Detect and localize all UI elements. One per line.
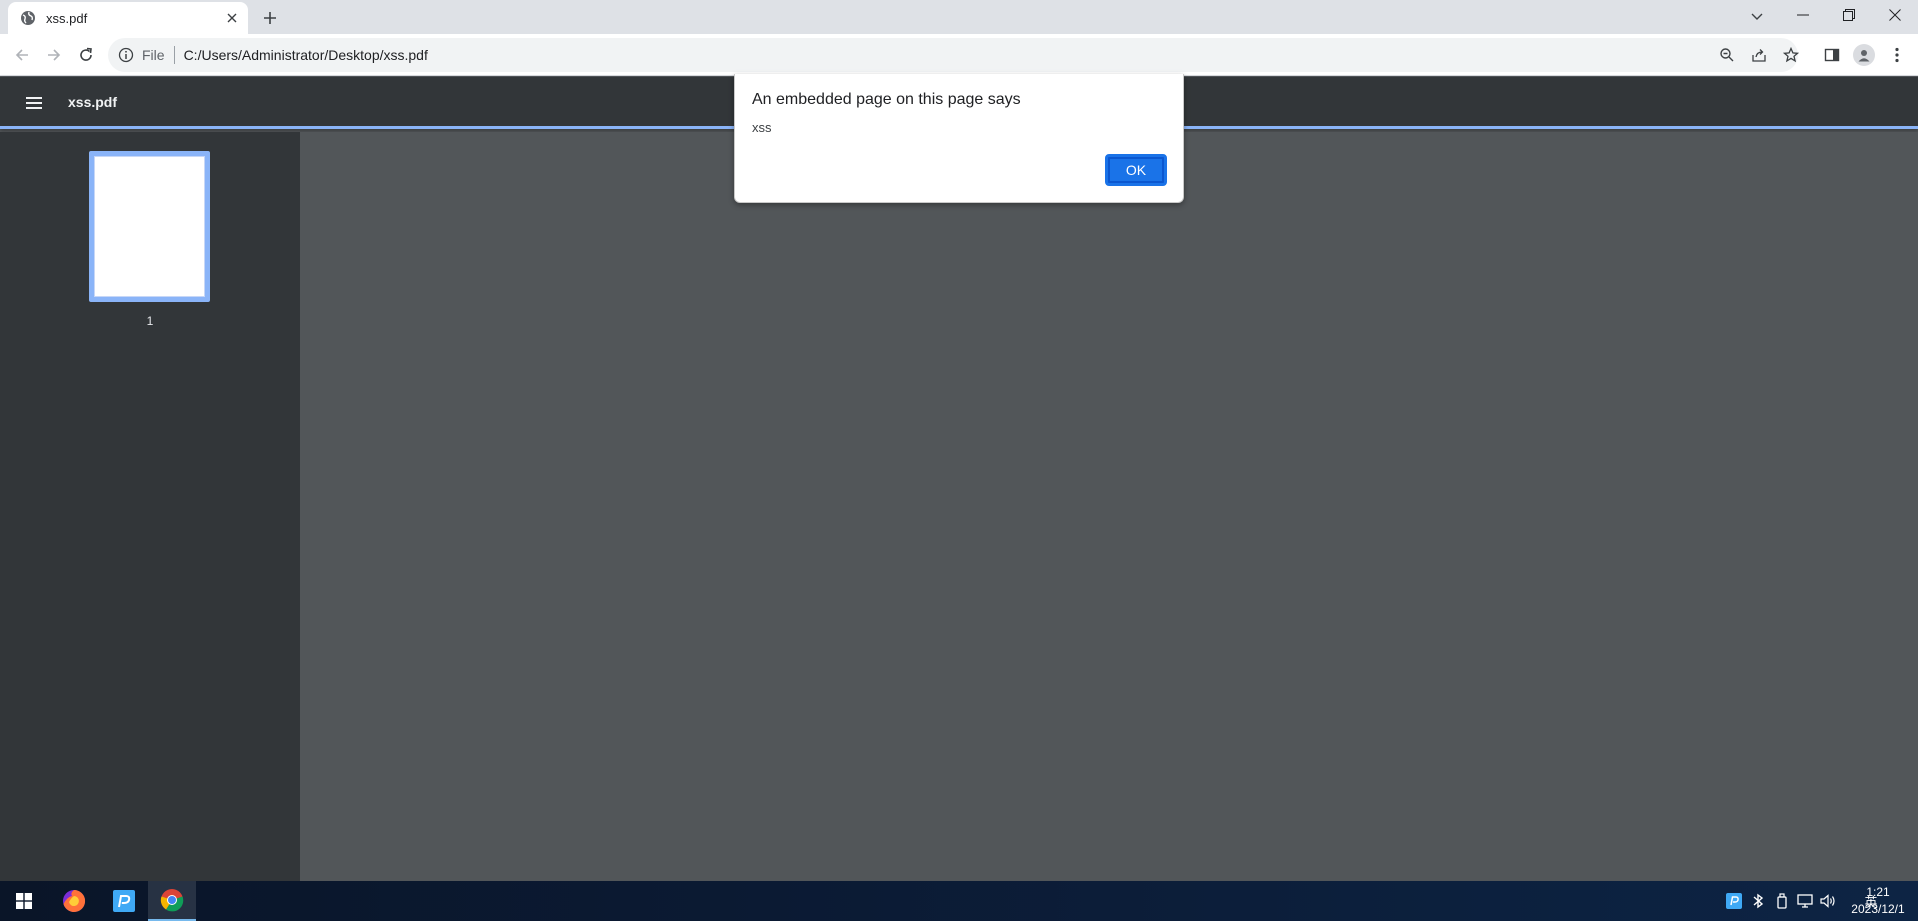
taskbar: 英 1:21 2023/12/1: [0, 881, 1918, 921]
pdf-viewport[interactable]: [300, 132, 1918, 881]
ok-button[interactable]: OK: [1105, 154, 1167, 186]
profile-avatar-icon[interactable]: [1853, 44, 1875, 66]
tab-search-chevron-icon[interactable]: [1745, 5, 1769, 29]
dialog-title: An embedded page on this page says: [752, 91, 1021, 108]
tab-title: xss.pdf: [46, 10, 88, 26]
address-bar[interactable]: File C:/Users/Administrator/Desktop/xss.…: [108, 38, 1798, 72]
reload-icon[interactable]: [72, 41, 100, 69]
pdf-title: xss.pdf: [68, 94, 118, 110]
clock-time: 1:21: [1866, 885, 1890, 899]
close-tab-icon[interactable]: [224, 10, 240, 26]
browser-tab[interactable]: xss.pdf: [8, 2, 248, 34]
network-icon[interactable]: [1795, 891, 1815, 911]
share-icon[interactable]: [1747, 43, 1771, 67]
firefox-icon[interactable]: [50, 881, 98, 921]
bluetooth-icon[interactable]: [1749, 891, 1769, 911]
side-panel-icon[interactable]: [1819, 42, 1845, 68]
thumbnail-sidebar: 1: [0, 132, 300, 881]
browser-toolbar: File C:/Users/Administrator/Desktop/xss.…: [0, 34, 1918, 76]
url-separator: [173, 46, 175, 64]
clock-date: 2023/12/1: [1851, 902, 1905, 916]
back-arrow-icon[interactable]: [8, 41, 36, 69]
pdf-tray-icon[interactable]: [1724, 891, 1744, 911]
taskbar-clock[interactable]: 1:21 2023/12/1: [1840, 884, 1916, 918]
usb-device-icon[interactable]: [1772, 891, 1792, 911]
chrome-icon[interactable]: [148, 881, 196, 921]
url-scheme: File: [142, 47, 165, 63]
tab-strip: xss.pdf: [0, 0, 1918, 34]
alert-dialog: An embedded page on this page says xss O…: [734, 74, 1184, 203]
zoom-icon[interactable]: [1715, 43, 1739, 67]
bookmark-star-icon[interactable]: [1779, 43, 1803, 67]
minimize-button[interactable]: [1780, 0, 1826, 30]
windows-start-icon[interactable]: [0, 881, 48, 921]
page-thumbnail[interactable]: [89, 151, 210, 302]
info-icon[interactable]: [118, 47, 134, 63]
url-text[interactable]: C:/Users/Administrator/Desktop/xss.pdf: [184, 47, 428, 63]
pdf-editor-icon[interactable]: [100, 881, 148, 921]
globe-icon: [20, 10, 36, 26]
page-thumbnail-preview: [94, 156, 205, 297]
new-tab-button[interactable]: [258, 6, 282, 30]
hamburger-menu-icon[interactable]: [20, 89, 48, 117]
close-window-button[interactable]: [1872, 0, 1918, 30]
restore-button[interactable]: [1826, 0, 1872, 30]
dialog-message: xss: [752, 120, 772, 135]
page-thumbnail-number: 1: [146, 314, 154, 328]
more-menu-icon[interactable]: [1884, 42, 1910, 68]
forward-arrow-icon[interactable]: [40, 41, 68, 69]
